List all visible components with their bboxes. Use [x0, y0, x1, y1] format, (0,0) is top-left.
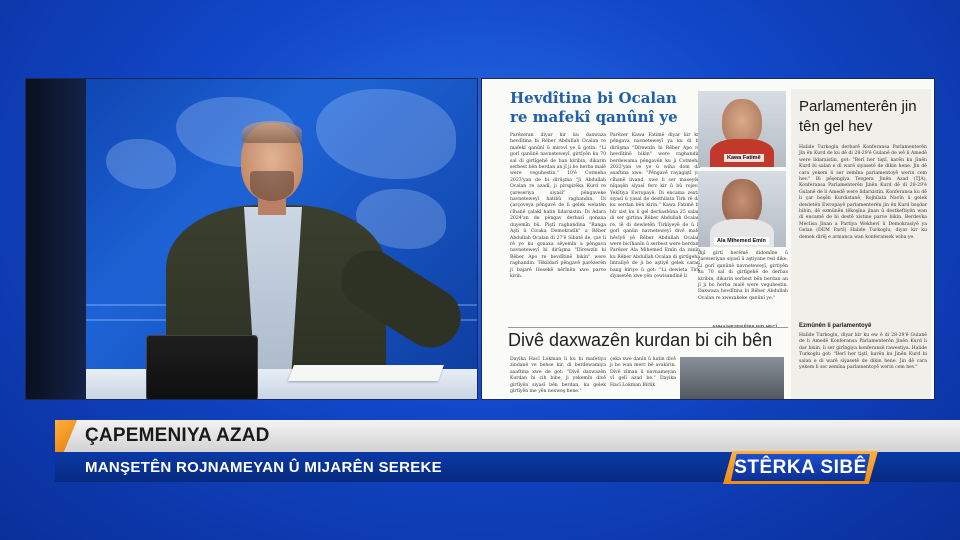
- sidebar-text-column: Halide Turkoglu derbarê Konferansa Parla…: [799, 145, 927, 241]
- laptop: [146, 335, 258, 399]
- studio-video-panel: [25, 78, 478, 400]
- article-text: Parêzer Kawa Fatimê diyar kir ku pêngava…: [610, 133, 701, 279]
- portrait-body: [710, 139, 774, 167]
- article-text: Parêzeran diyar kir ku daxwaza hevdîtina…: [510, 133, 606, 279]
- program-logo: STÊRKA SIBÊ: [723, 451, 878, 484]
- presenter-hair: [242, 121, 302, 143]
- sidebar-title: Parlamenterên jin tên gel hev: [799, 98, 917, 135]
- photo-street-scene: [680, 357, 784, 399]
- logo-text: STÊRKA SIBÊ: [734, 457, 867, 478]
- article-column-5: çeka xwe danîn û hatin divê ji bo wan me…: [610, 357, 676, 389]
- section-divider: [508, 327, 788, 328]
- sidebar-box: Parlamenterên jin tên gel hev Halide Tur…: [791, 89, 931, 399]
- sidebar-text: Halide Turkoglu derbarê Konferansa Parla…: [799, 145, 927, 240]
- article-column-1: Parêzeran diyar kir ku daxwaza hevdîtina…: [510, 133, 606, 280]
- lower-third-subtitle: MANŞETÊN ROJNAMEYAN Û MIJARÊN SEREKE: [85, 459, 442, 476]
- lower-third-title: ÇAPEMENIYA AZAD: [85, 425, 270, 446]
- article-column-4: Dayika Hacî Lokman li ku bi mafetiya zin…: [510, 357, 606, 395]
- article-text: çeka xwe danîn û hatin divê ji bo wan me…: [610, 357, 676, 388]
- article-text: Dayika Hacî Lokman li ku bi mafetiya zin…: [510, 357, 606, 395]
- newspaper-page: Hevdîtina bi Ocalan re mafekî qanûnî ye …: [481, 78, 935, 400]
- desk-papers: [288, 365, 444, 381]
- photo-caption: Ala Mihemed Emîn: [714, 237, 769, 245]
- presenter-beard: [250, 171, 294, 201]
- sidebar-text: Halide Turkoglu, diyar kir ku ew ê di 28…: [799, 333, 927, 371]
- sidebar-subheading: Ezmûnên li parlamentoyê: [799, 323, 872, 329]
- newspaper-headline-main: Hevdîtina bi Ocalan re mafekî qanûnî ye: [510, 89, 678, 126]
- article-column-2: Parêzer Kawa Fatimê diyar kir ku pêngava…: [610, 133, 700, 280]
- sidebar-text-column-2: Halide Turkoglu, diyar kir ku ew ê di 28…: [799, 333, 927, 371]
- article-text: dijî girtî herêmê didomîne û çareseriyan…: [698, 251, 788, 301]
- newspaper-headline-secondary: Divê daxwazên kurdan bi cih bên: [508, 330, 773, 350]
- studio-dark-band: [26, 79, 86, 399]
- photo-ala-mihemed-emin: [698, 171, 786, 247]
- article-column-3: dijî girtî herêmê didomîne û çareseriyan…: [698, 251, 788, 302]
- photo-caption: Kawa Fatimê: [724, 154, 764, 162]
